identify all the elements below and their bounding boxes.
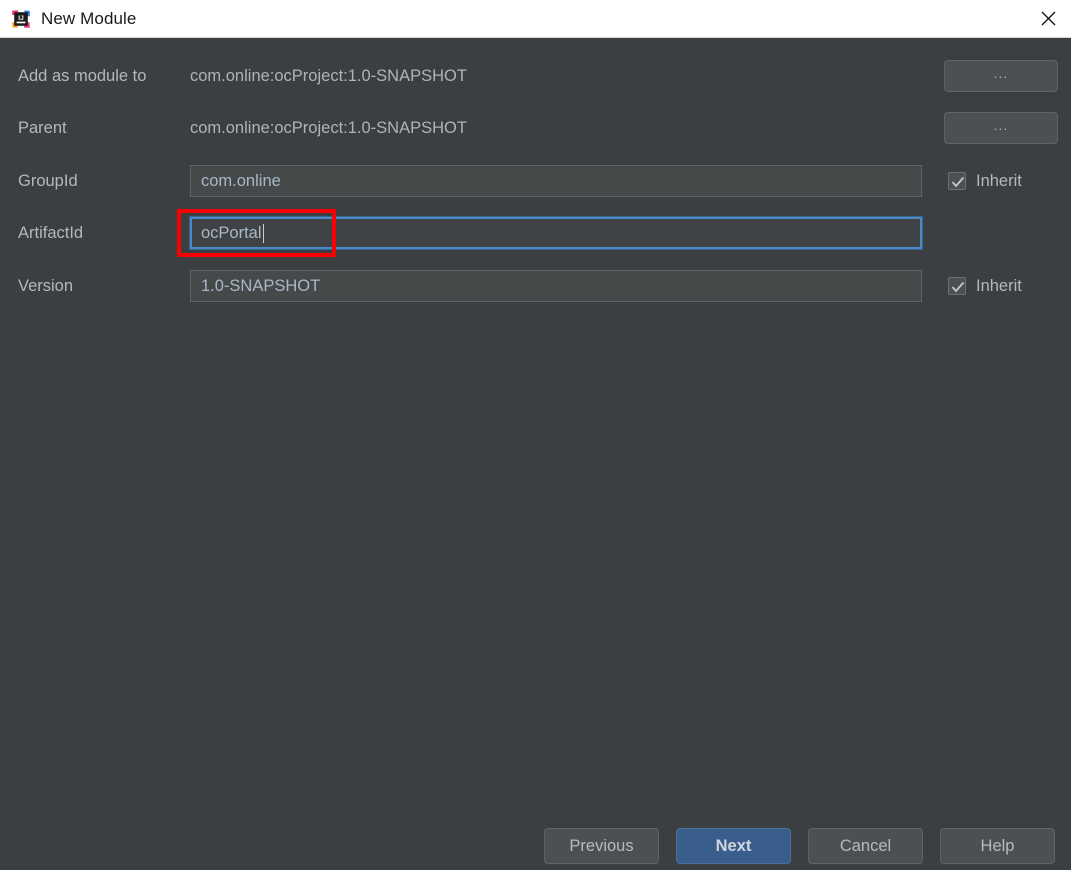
groupid-input[interactable]: com.online — [190, 165, 922, 197]
label-parent: Parent — [18, 119, 67, 137]
inherit-checkbox-version[interactable]: Inherit — [948, 269, 1022, 303]
checkmark-icon — [948, 277, 966, 295]
row-add-as-module-to: Add as module to com.online:ocProject:1.… — [0, 59, 1071, 93]
dialog-button-bar: Previous Next Cancel Help — [0, 828, 1071, 870]
previous-button[interactable]: Previous — [544, 828, 659, 864]
next-button[interactable]: Next — [676, 828, 791, 864]
value-add-as-module-to: com.online:ocProject:1.0-SNAPSHOT — [190, 67, 467, 85]
help-button[interactable]: Help — [940, 828, 1055, 864]
browse-button-add-as-module-to[interactable]: ... — [944, 60, 1058, 92]
inherit-label-groupid: Inherit — [976, 171, 1022, 190]
row-groupid: GroupId com.online Inherit — [0, 164, 1071, 198]
row-artifactid: ArtifactId ocPortal — [0, 216, 1071, 250]
inherit-label-version: Inherit — [976, 276, 1022, 295]
row-parent: Parent com.online:ocProject:1.0-SNAPSHOT… — [0, 111, 1071, 145]
browse-button-parent[interactable]: ... — [944, 112, 1058, 144]
close-icon[interactable] — [1025, 0, 1071, 37]
intellij-idea-logo-icon: IJ — [11, 9, 31, 29]
row-version: Version 1.0-SNAPSHOT Inherit — [0, 269, 1071, 303]
checkmark-icon — [948, 172, 966, 190]
text-caret — [262, 223, 264, 243]
new-module-form: Add as module to com.online:ocProject:1.… — [0, 38, 1071, 870]
value-parent: com.online:ocProject:1.0-SNAPSHOT — [190, 119, 467, 137]
cancel-button[interactable]: Cancel — [808, 828, 923, 864]
artifactid-input-value: ocPortal — [201, 223, 262, 242]
label-add-as-module-to: Add as module to — [18, 67, 147, 85]
window-titlebar: IJ New Module — [0, 0, 1071, 38]
window-title: New Module — [41, 8, 137, 28]
label-artifactid: ArtifactId — [18, 224, 84, 242]
label-version: Version — [18, 277, 74, 295]
version-input[interactable]: 1.0-SNAPSHOT — [190, 270, 922, 302]
inherit-checkbox-groupid[interactable]: Inherit — [948, 164, 1022, 198]
label-groupid: GroupId — [18, 172, 78, 190]
svg-text:IJ: IJ — [18, 15, 24, 22]
artifactid-input[interactable]: ocPortal — [189, 216, 923, 250]
